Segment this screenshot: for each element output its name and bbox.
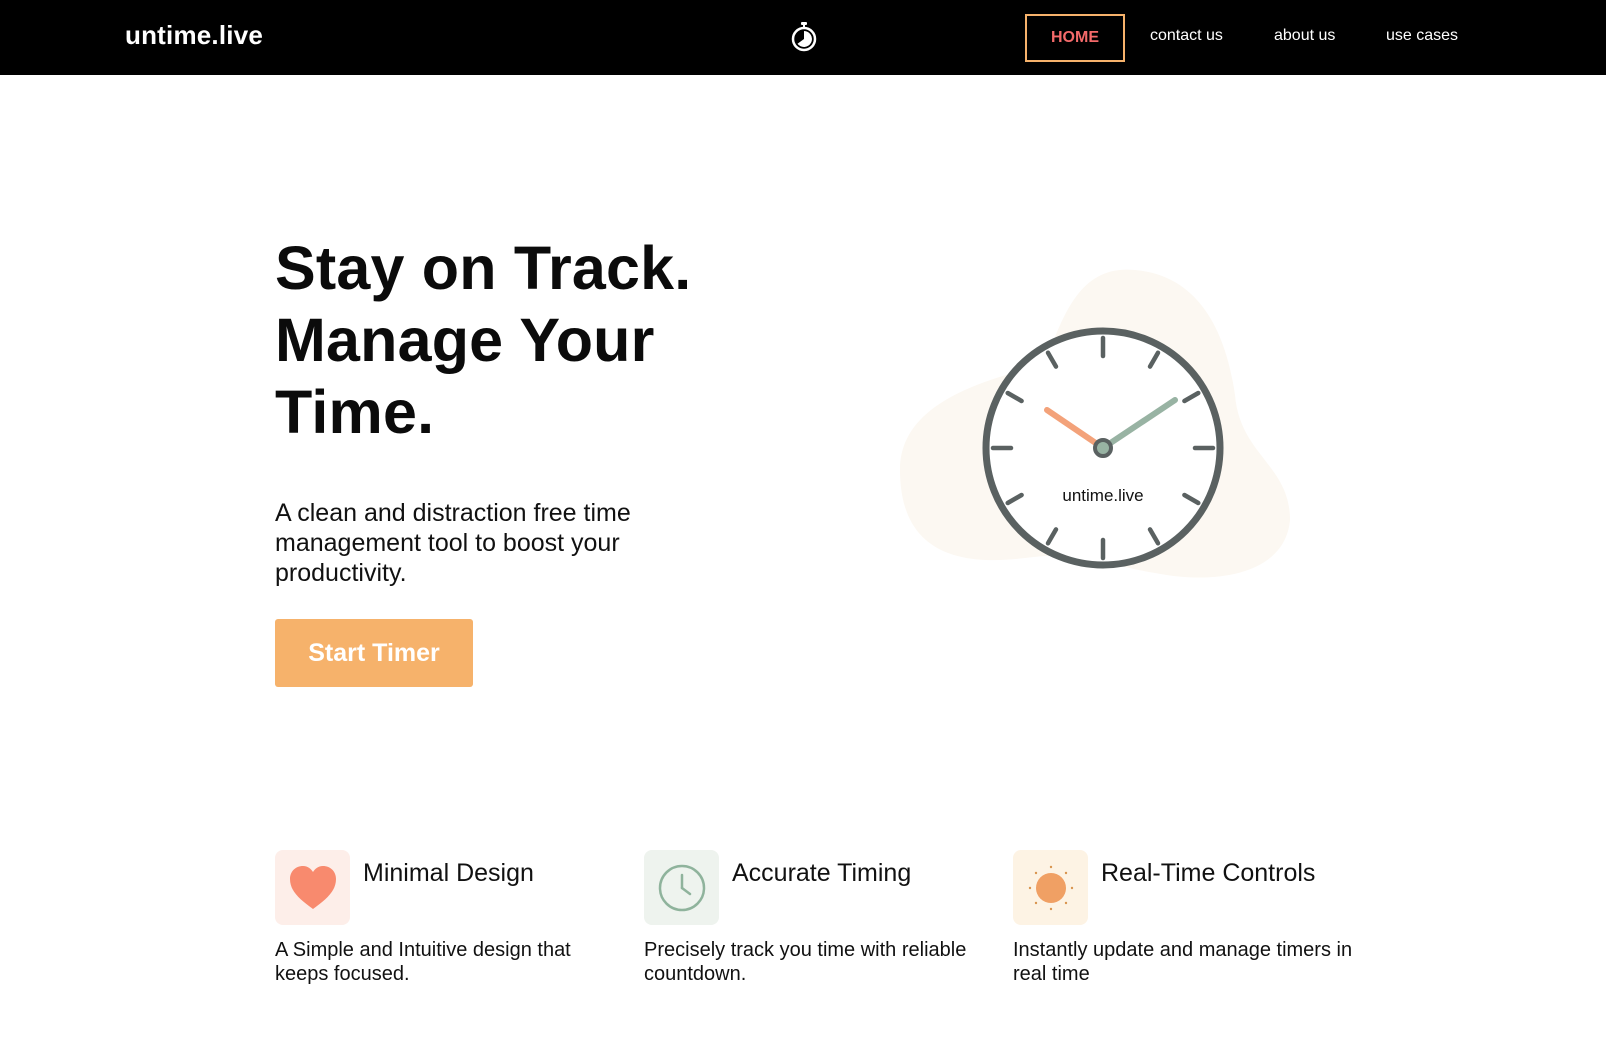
brand-logo-text[interactable]: untime.live: [125, 20, 263, 51]
stopwatch-icon[interactable]: [790, 21, 818, 53]
hero-title-line-1: Stay on Track.: [275, 234, 692, 302]
clock-illustration: untime.live: [900, 269, 1290, 578]
feature-description: Instantly update and manage timers in re…: [1013, 939, 1353, 985]
hero-title: Stay on Track. Manage Your Time.: [275, 232, 745, 448]
hero-subtitle: A clean and distraction free time manage…: [275, 499, 631, 587]
top-navbar: untime.live HOME contact us about us use…: [0, 0, 1606, 75]
feature-title: Minimal Design: [363, 859, 534, 887]
start-timer-button[interactable]: Start Timer: [275, 619, 473, 687]
feature-description: A Simple and Intuitive design that keeps…: [275, 939, 571, 985]
heart-icon-tile: [275, 850, 350, 925]
nav-contact-us-link[interactable]: contact us: [1150, 27, 1223, 45]
sun-icon: [1028, 865, 1073, 910]
sun-icon-tile: [1013, 850, 1088, 925]
clock-face: untime.live: [982, 327, 1224, 569]
clock-face-label: untime.live: [1062, 486, 1143, 505]
nav-home-button[interactable]: HOME: [1025, 14, 1125, 62]
hero-title-line-3: Time.: [275, 378, 435, 446]
hero-title-line-2: Manage Your: [275, 306, 655, 374]
feature-title: Real-Time Controls: [1101, 859, 1316, 887]
nav-use-cases-link[interactable]: use cases: [1386, 27, 1458, 45]
feature-card-minimal-design: Minimal Design A Simple and Intuitive de…: [275, 850, 615, 1000]
feature-card-accurate-timing: Accurate Timing Precisely track you time…: [644, 850, 984, 1000]
feature-card-real-time-controls: Real-Time Controls Instantly update and …: [1013, 850, 1353, 1000]
nav-about-us-link[interactable]: about us: [1274, 27, 1335, 45]
heart-icon: [289, 865, 336, 909]
feature-description: Precisely track you time with reliable c…: [644, 939, 967, 985]
feature-title: Accurate Timing: [732, 859, 912, 887]
clock-icon: [658, 864, 705, 911]
clock-icon-tile: [644, 850, 719, 925]
